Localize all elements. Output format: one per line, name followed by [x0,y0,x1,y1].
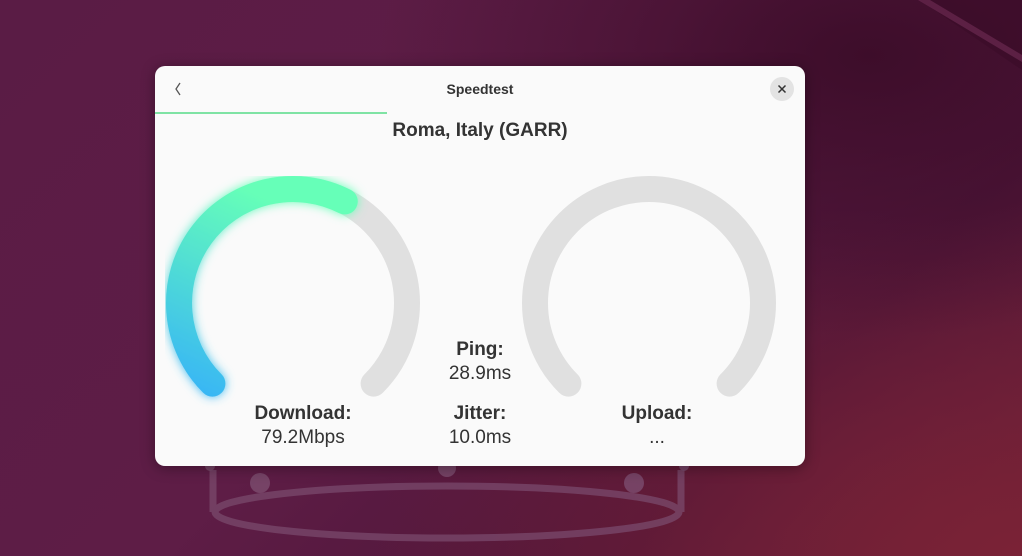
ping-value: 28.9ms [448,363,512,384]
jitter-metric: Jitter: 10.0ms [400,402,560,450]
download-metric: Download: 79.2Mbps [203,402,403,450]
upload-label: Upload: [621,403,693,424]
upload-gauge [522,176,776,397]
close-button[interactable] [770,77,794,101]
upload-value: ... [649,427,665,448]
upload-gauge-track [522,176,776,397]
wallpaper-pedestal [209,470,685,542]
test-progress-bar [155,112,805,114]
header-bar: Speedtest [155,66,805,112]
download-value: 79.2Mbps [261,427,345,448]
close-icon [777,84,787,94]
ping-label: Ping: [456,339,504,360]
upload-metric: Upload: ... [557,402,757,450]
window-title: Speedtest [446,81,514,97]
test-progress-fill [155,112,388,114]
download-gauge-fill [166,176,358,397]
server-location: Roma, Italy (GARR) [392,120,568,141]
ping-metric: Ping: 28.9ms [400,338,560,386]
jitter-value: 10.0ms [448,427,512,448]
speedtest-window: Speedtest Roma, Italy (GARR) Ping: 28.9m… [155,66,805,466]
download-gauge [166,176,420,397]
download-label: Download: [254,403,352,424]
jitter-label: Jitter: [453,403,507,424]
